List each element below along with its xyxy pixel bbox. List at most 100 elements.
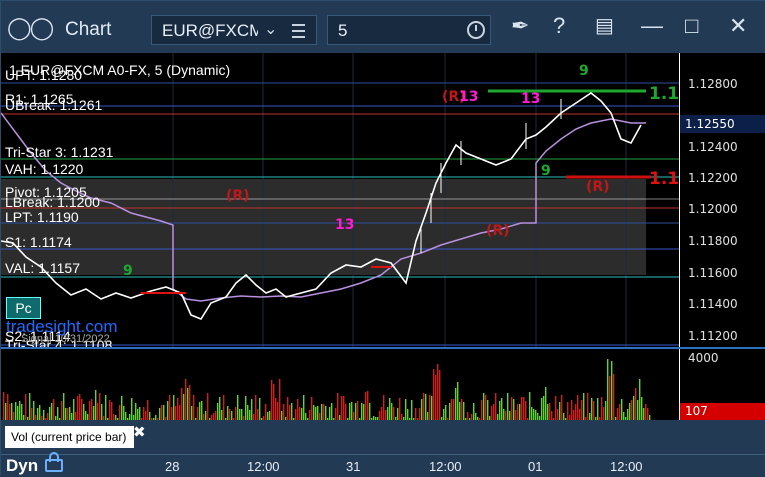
price-tick: 1.12200 xyxy=(688,171,738,185)
brand-link[interactable]: tradesight.com xyxy=(6,317,118,337)
volume-bar xyxy=(183,394,185,420)
volume-bar xyxy=(513,399,515,420)
volume-bar xyxy=(467,412,469,420)
volume-bar xyxy=(487,400,489,420)
help-icon[interactable]: ? xyxy=(553,13,565,39)
volume-bar xyxy=(47,413,49,420)
volume-bar xyxy=(519,404,521,420)
volume-bar xyxy=(449,403,451,420)
volume-bar xyxy=(389,398,391,420)
clock-icon[interactable] xyxy=(467,21,485,39)
window-title: Chart xyxy=(65,19,112,40)
current-volume-tag: 107 xyxy=(680,403,765,420)
volume-bar xyxy=(605,401,607,420)
volume-bar xyxy=(269,411,271,420)
volume-bar xyxy=(639,379,641,420)
volume-bar xyxy=(557,409,559,420)
volume-bar xyxy=(381,407,383,420)
volume-bar xyxy=(561,395,563,420)
volume-bar xyxy=(425,394,427,420)
price-tick: 1.11800 xyxy=(688,234,738,248)
volume-bar xyxy=(457,382,459,420)
volume-bar xyxy=(607,359,609,420)
volume-bar xyxy=(443,409,445,420)
volume-bar xyxy=(575,404,577,420)
price-tick: 1.12400 xyxy=(688,140,738,154)
volume-bar xyxy=(281,411,283,420)
level-label-vah: VAH: 1.1220 xyxy=(5,161,84,177)
volume-bar xyxy=(291,403,293,420)
volume-bar xyxy=(361,403,363,420)
volume-bar xyxy=(559,402,561,420)
volume-bar xyxy=(399,398,401,420)
volume-bar xyxy=(271,380,273,420)
volume-bar xyxy=(601,397,603,420)
volume-bar xyxy=(313,405,315,420)
draw-tool-icon[interactable]: ✒ xyxy=(511,13,529,39)
symbol-selector[interactable]: EUR@FXCM ⌄ xyxy=(151,15,317,45)
dynamic-mode-label[interactable]: Dyn xyxy=(6,456,38,476)
lock-icon[interactable] xyxy=(45,452,63,472)
volume-bar xyxy=(193,395,195,420)
volume-bar xyxy=(181,388,183,420)
volume-bar xyxy=(363,404,365,420)
volume-bar xyxy=(175,406,177,420)
volume-bar xyxy=(549,403,551,420)
volume-bar xyxy=(415,408,417,420)
volume-bar xyxy=(323,404,325,420)
minimize-icon[interactable]: — xyxy=(641,13,663,39)
volume-bar xyxy=(583,393,585,420)
volume-bar xyxy=(177,398,179,420)
td-count-9: 9 xyxy=(123,263,133,279)
time-label: 01 xyxy=(528,459,543,474)
volume-bar xyxy=(219,397,221,420)
volume-bar xyxy=(517,404,519,420)
close-indicator-icon[interactable]: ✖ xyxy=(133,423,146,441)
volume-bar xyxy=(143,407,145,420)
close-icon[interactable]: ✕ xyxy=(729,13,747,39)
symbol-list-icon[interactable] xyxy=(290,20,308,40)
volume-bar xyxy=(5,403,7,420)
volume-bar xyxy=(65,408,67,420)
volume-bar xyxy=(427,412,429,420)
layout-icon[interactable]: ▤ xyxy=(595,13,614,38)
volume-bar xyxy=(305,413,307,420)
volume-bar xyxy=(341,396,343,420)
volume-bar xyxy=(499,401,501,420)
pc-button[interactable]: Pc xyxy=(6,297,41,319)
volume-bar xyxy=(259,398,261,420)
volume-bar xyxy=(325,406,327,420)
volume-bar xyxy=(185,379,187,420)
volume-bar xyxy=(7,394,9,420)
volume-bar xyxy=(235,407,237,420)
indicator-bar: Vol (current price bar) ✖ xyxy=(1,420,765,454)
volume-bar xyxy=(619,404,621,420)
level-label-lpt: LPT: 1.1190 xyxy=(5,209,79,225)
volume-bar xyxy=(463,402,465,420)
title-bar: ◯◯ Chart EUR@FXCM ⌄ 5 ✒ ? ▤ — □ ✕ xyxy=(1,1,765,53)
volume-bar xyxy=(179,405,181,420)
volume-indicator-label[interactable]: Vol (current price bar) xyxy=(5,426,135,448)
grip-icon[interactable]: ◯◯ xyxy=(7,15,54,41)
price-tick: 1.11400 xyxy=(688,297,738,311)
volume-bar xyxy=(643,408,645,420)
interval-input[interactable]: 5 xyxy=(327,15,491,45)
volume-bar xyxy=(63,393,65,420)
volume-bar xyxy=(437,364,439,420)
chevron-down-icon[interactable]: ⌄ xyxy=(264,19,277,39)
price-axis[interactable]: 1.12800 1.12400 1.12200 1.12000 1.11800 … xyxy=(679,53,765,347)
volume-bar xyxy=(53,399,55,420)
time-axis[interactable]: Dyn 28 12:00 31 12:00 01 12:00 xyxy=(1,452,765,477)
volume-bar xyxy=(67,408,69,420)
volume-bar xyxy=(81,399,83,420)
volume-bar xyxy=(277,402,279,420)
maximize-icon[interactable]: □ xyxy=(685,13,698,39)
volume-chart[interactable] xyxy=(1,349,679,420)
volume-bar xyxy=(101,404,103,420)
volume-bar xyxy=(365,392,367,420)
price-chart[interactable]: 1 EUR@FXCM A0-FX, 5 (Dynamic) UPT: 1.128… xyxy=(1,53,679,347)
volume-bar xyxy=(611,361,613,420)
volume-bar xyxy=(89,401,91,420)
volume-bar xyxy=(461,399,463,420)
volume-bar xyxy=(475,413,477,420)
